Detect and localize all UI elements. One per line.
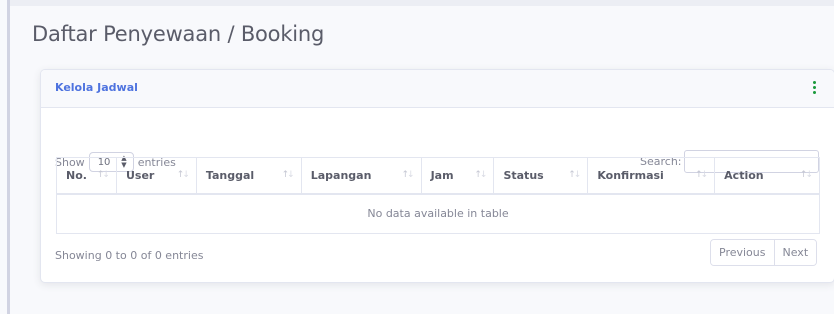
column-label: Lapangan bbox=[310, 168, 372, 182]
column-header-no[interactable]: No. ↑↓ bbox=[56, 157, 117, 195]
column-label: Action bbox=[724, 168, 764, 182]
sort-icon: ↑↓ bbox=[281, 170, 295, 180]
column-header-status[interactable]: Status ↑↓ bbox=[493, 157, 589, 195]
column-label: No. bbox=[66, 168, 87, 182]
sort-icon: ↑↓ bbox=[474, 170, 487, 180]
column-header-action[interactable]: Action ↑↓ bbox=[714, 157, 820, 195]
sort-icon: ↑↓ bbox=[96, 170, 110, 180]
sidebar-edge bbox=[7, 0, 10, 314]
kebab-dot bbox=[813, 81, 816, 84]
column-label: Jam bbox=[430, 168, 454, 182]
column-header-konfirmasi[interactable]: Konfirmasi ↑↓ bbox=[587, 157, 716, 195]
topbar-shadow bbox=[10, 0, 834, 6]
kebab-dot bbox=[813, 91, 816, 94]
column-label: Tanggal bbox=[205, 168, 255, 182]
page-title: Daftar Penyewaan / Booking bbox=[32, 22, 325, 46]
sort-icon: ↑↓ bbox=[568, 170, 581, 180]
kebab-dot bbox=[813, 86, 816, 89]
column-header-tanggal[interactable]: Tanggal ↑↓ bbox=[195, 157, 302, 195]
column-header-user[interactable]: User ↑↓ bbox=[115, 157, 197, 195]
next-button[interactable]: Next bbox=[773, 240, 817, 265]
column-label: User bbox=[125, 168, 155, 182]
pagination: Previous Next bbox=[710, 239, 818, 266]
empty-table-message: No data available in table bbox=[56, 193, 820, 234]
previous-button[interactable]: Previous bbox=[711, 240, 774, 265]
column-label: Status bbox=[503, 168, 544, 182]
column-label: Konfirmasi bbox=[597, 168, 664, 182]
sort-icon: ↑↓ bbox=[401, 170, 414, 180]
table-row: No data available in table bbox=[56, 193, 820, 234]
booking-table: No. ↑↓ User ↑↓ Tanggal ↑↓ Lapangan ↑↓ Ja… bbox=[56, 157, 820, 234]
card-header: Kelola Jadwal bbox=[41, 70, 834, 108]
column-header-jam[interactable]: Jam ↑↓ bbox=[420, 157, 495, 195]
sort-icon: ↑↓ bbox=[695, 170, 708, 180]
card-title: Kelola Jadwal bbox=[55, 81, 138, 94]
column-header-lapangan[interactable]: Lapangan ↑↓ bbox=[300, 157, 422, 195]
schedule-card: Kelola Jadwal Show 10 ▲ ▼ entries Search:… bbox=[40, 69, 834, 283]
sort-icon: ↑↓ bbox=[799, 170, 813, 180]
table-info: Showing 0 to 0 of 0 entries bbox=[55, 249, 204, 262]
kebab-vertical-icon[interactable] bbox=[813, 81, 816, 94]
sort-icon: ↑↓ bbox=[176, 170, 190, 180]
table-header-row: No. ↑↓ User ↑↓ Tanggal ↑↓ Lapangan ↑↓ Ja… bbox=[56, 157, 820, 195]
